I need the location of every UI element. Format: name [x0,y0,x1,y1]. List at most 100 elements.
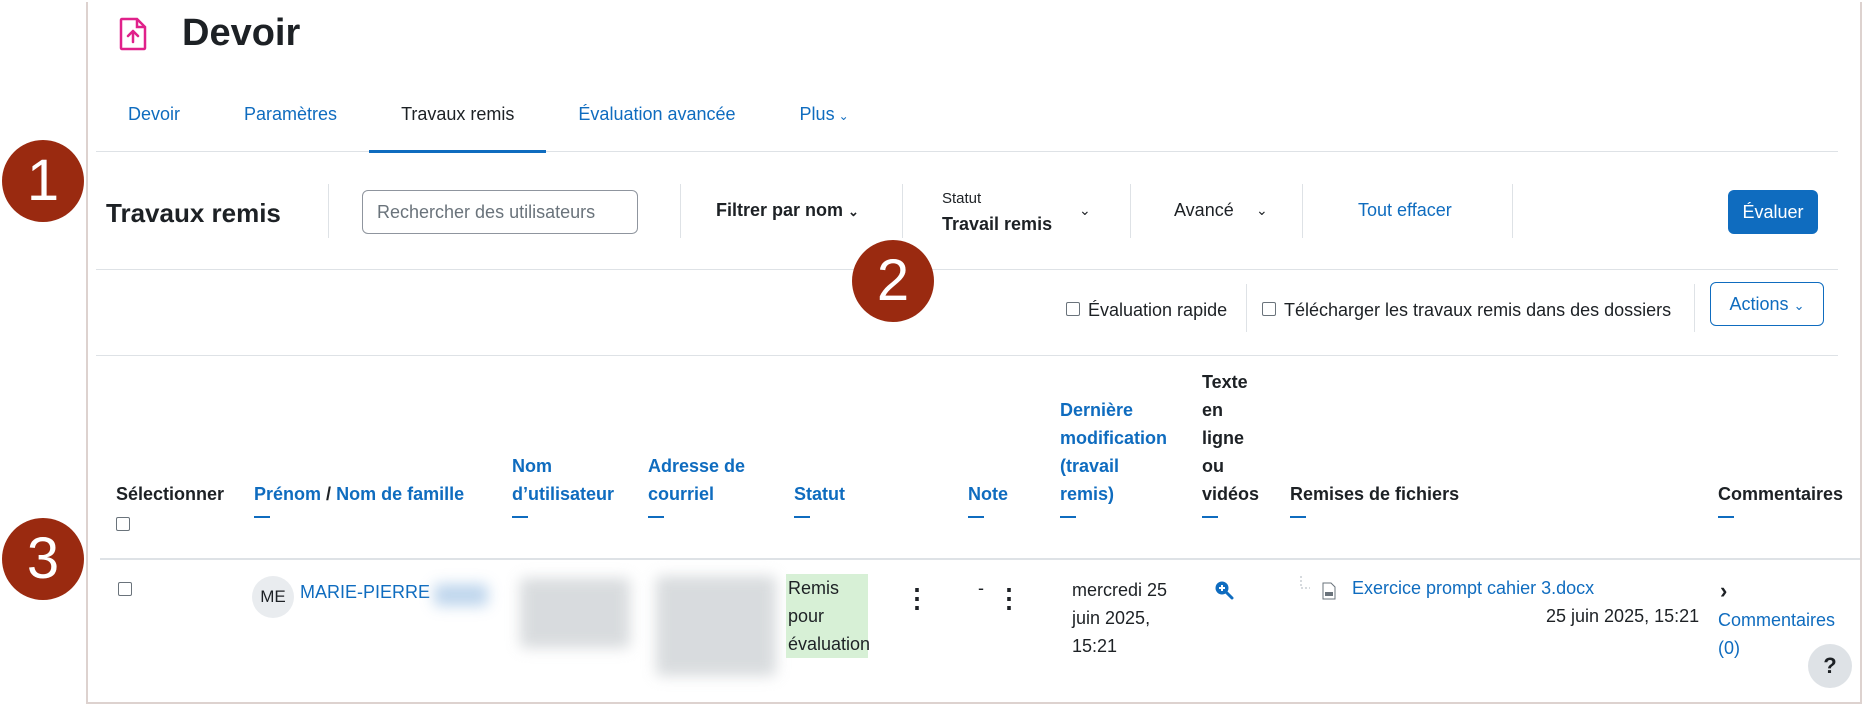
sort-indicator [794,516,810,518]
chevron-down-icon: ⌄ [838,109,849,123]
grade-button[interactable]: Évaluer [1728,190,1818,234]
quick-grading-option[interactable]: Évaluation rapide [1066,300,1227,321]
avatar: ME [252,576,294,618]
column-header-comments: Commentaires [1718,480,1843,518]
column-header-username[interactable]: Nom d’utilisateur [512,452,614,518]
status-filter-label: Statut [942,190,982,207]
assignment-upload-icon [118,17,148,51]
divider [680,184,681,238]
column-header-last-modified[interactable]: Dernière modification (travail remis) [1060,396,1167,518]
annotation-marker-2: 2 [852,240,934,322]
column-header-name: Prénom / Nom de famille [254,480,464,518]
chevron-down-icon[interactable]: ⌄ [1256,202,1268,219]
date-text: juin 2025, [1072,608,1151,628]
comments-count: (0) [1718,638,1740,658]
header-label: modification [1060,428,1167,448]
header-label: Dernière [1060,400,1134,420]
options-bar: Évaluation rapide Télécharger les travau… [96,270,1838,356]
sort-indicator [1202,516,1218,518]
file-date: 25 juin 2025, 15:21 [1546,606,1700,626]
tab-plus[interactable]: Plus ⌄ [768,90,881,152]
sort-indicator [1290,516,1306,518]
sort-indicator [648,516,664,518]
filter-by-name-dropdown[interactable]: Filtrer par nom ⌄ [716,200,859,221]
divider [902,184,903,238]
section-title: Travaux remis [106,198,281,228]
help-button[interactable]: ? [1808,644,1852,688]
tab-label: Évaluation avancée [578,104,736,124]
header-label: Sélectionner [116,484,225,504]
status-badge: Remis pour évaluation [786,574,871,658]
download-folders-option[interactable]: Télécharger les travaux remis dans des d… [1262,300,1671,321]
redacted-username [520,578,630,648]
sort-indicator [512,516,528,518]
grade-value: - [978,578,984,598]
search-users-input[interactable] [362,190,638,234]
divider [1512,184,1513,238]
chevron-down-icon[interactable]: ⌄ [1079,202,1091,219]
chevron-right-icon[interactable]: › [1720,578,1727,604]
status-text: pour [788,606,825,626]
header-label: Commentaires [1718,484,1844,504]
status-text: Remis [788,578,840,598]
chevron-down-icon: ⌄ [1793,297,1805,313]
date-text: 15:21 [1072,636,1118,656]
status-text: évaluation [788,634,871,654]
sort-indicator [1060,516,1076,518]
redacted-lastname [434,584,488,606]
document-icon [1322,582,1336,605]
header-label: Note [968,484,1008,504]
header-label: courriel [648,484,715,504]
header-label: en [1202,400,1224,420]
grade-menu-icon[interactable]: ⋮ [996,585,1022,611]
clear-all-link[interactable]: Tout effacer [1358,200,1452,221]
tab-devoir[interactable]: Devoir [96,90,212,152]
divider [328,184,329,238]
select-all-checkbox[interactable] [116,517,130,532]
header-label: Texte [1202,372,1248,392]
user-name-link[interactable]: MARIE-PIERRE [300,582,430,603]
submitted-file-link[interactable]: Exercice prompt cahier 3.docx [1352,578,1594,599]
tab-evaluation-avancee[interactable]: Évaluation avancée [546,90,767,152]
tab-parametres[interactable]: Paramètres [212,90,369,152]
redacted-email [656,576,776,676]
header-label: Adresse de [648,456,746,476]
divider [1246,284,1247,332]
submissions-toolbar: Travaux remis Filtrer par nom ⌄ Statut T… [96,152,1838,270]
column-header-status[interactable]: Statut [794,480,845,518]
sort-lastname-link[interactable]: Nom de famille [336,484,464,504]
tree-branch-icon [1300,576,1322,603]
status-filter-value[interactable]: Travail remis [942,214,1052,235]
sort-indicator [254,516,270,518]
divider [1130,184,1131,238]
actions-dropdown-button[interactable]: Actions ⌄ [1710,282,1824,326]
column-header-email[interactable]: Adresse de courriel [648,452,745,518]
row-select-checkbox[interactable] [118,582,132,596]
annotation-marker-1: 1 [2,140,84,222]
page-header: Devoir [118,12,300,55]
zoom-in-icon[interactable] [1214,580,1234,605]
column-header-grade[interactable]: Note [968,480,1008,518]
sort-firstname-link[interactable]: Prénom [254,484,321,504]
tab-travaux-remis[interactable]: Travaux remis [369,90,547,153]
assignment-page: Devoir Devoir Paramètres Travaux remis É… [86,2,1862,704]
tab-label: Paramètres [244,104,338,124]
download-folders-checkbox[interactable] [1262,302,1276,317]
tab-label: Devoir [128,104,181,124]
header-label: Statut [794,484,845,504]
header-label: remis) [1060,484,1115,504]
last-modified-value: mercredi 25 juin 2025, 15:21 [1072,576,1167,660]
header-label: ligne [1202,428,1245,448]
page-title: Devoir [182,12,301,54]
table-row: ME MARIE-PIERRE Remis pour évaluation ⋮ … [100,560,1860,702]
tab-label: Plus [799,104,835,124]
quick-grading-checkbox[interactable] [1066,302,1080,317]
status-menu-icon[interactable]: ⋮ [904,585,930,611]
header-label: d’utilisateur [512,484,615,504]
actions-label: Actions [1729,293,1789,314]
header-label: Remises de fichiers [1290,484,1460,504]
secondary-navigation: Devoir Paramètres Travaux remis Évaluati… [96,90,1838,153]
column-header-select: Sélectionner [116,480,224,536]
sort-indicator [968,516,984,518]
advanced-filter-dropdown[interactable]: Avancé [1174,200,1234,221]
